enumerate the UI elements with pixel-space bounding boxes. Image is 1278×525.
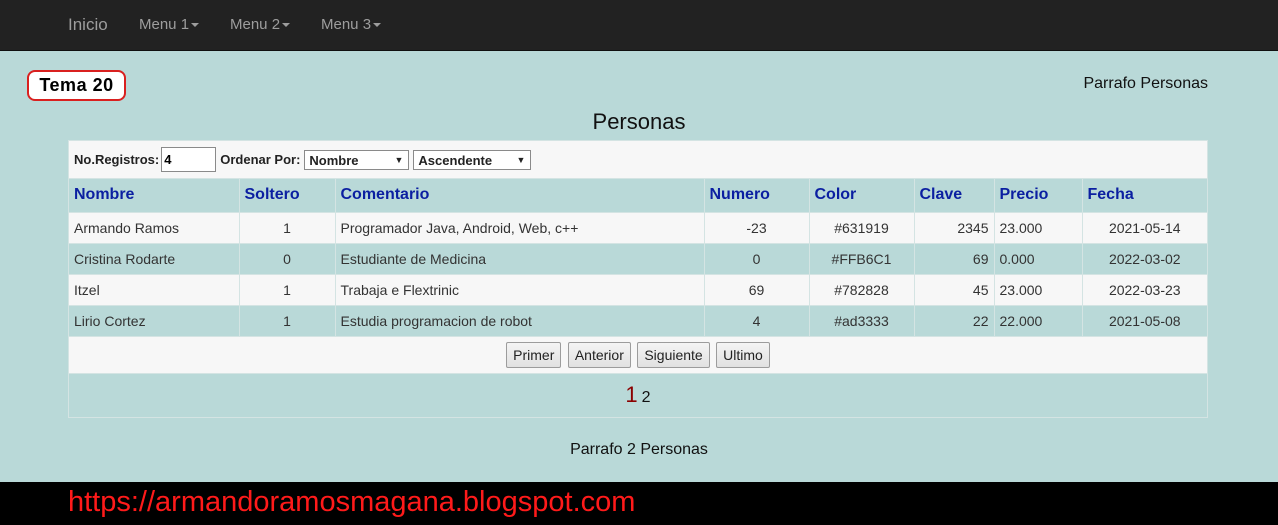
cell-clave: 22 — [914, 304, 995, 336]
page-link-current[interactable]: 1 — [625, 382, 637, 407]
caret-down-icon — [191, 23, 200, 28]
page-title: Personas — [592, 109, 686, 134]
cell-fecha: 2022-03-02 — [1082, 242, 1207, 274]
header-fecha[interactable]: Fecha — [1082, 179, 1207, 212]
parrafo-text: Parrafo Personas — [1083, 75, 1208, 92]
cell-clave: 45 — [914, 273, 995, 305]
ultimo-button[interactable]: Ultimo — [716, 342, 770, 368]
cell-precio: 23.000 — [994, 211, 1083, 243]
table-header-row: Nombre Soltero Comentario Numero Color C… — [69, 179, 1207, 212]
navbar: Inicio Menu 1 Menu 2 Menu 3 — [0, 0, 1278, 51]
cell-comentario: Trabaja e Flextrinic — [335, 273, 705, 305]
cell-fecha: 2021-05-08 — [1082, 304, 1207, 336]
personas-table: Nombre Soltero Comentario Numero Color C… — [69, 179, 1207, 336]
menu-3-label: Menu 3 — [321, 16, 372, 33]
cell-precio: 22.000 — [994, 304, 1083, 336]
select-arrow-icon: ▼ — [394, 154, 404, 165]
table-row[interactable]: Cristina Rodarte 0 Estudiante de Medicin… — [69, 242, 1207, 274]
table-row[interactable]: Lirio Cortez 1 Estudia programacion de r… — [69, 304, 1207, 336]
cell-soltero: 1 — [239, 273, 336, 305]
menu-2-label: Menu 2 — [230, 16, 281, 33]
siguiente-button[interactable]: Siguiente — [637, 342, 710, 368]
caret-down-icon — [282, 23, 291, 28]
menu-2-dropdown[interactable]: Menu 2 — [230, 16, 291, 33]
cell-soltero: 1 — [239, 304, 336, 336]
header-precio[interactable]: Precio — [994, 179, 1083, 212]
cell-numero: 69 — [704, 273, 810, 305]
brand-link[interactable]: Inicio — [68, 15, 108, 35]
page-numbers: 12 — [69, 373, 1207, 417]
cell-color: #782828 — [809, 273, 915, 305]
cell-comentario: Estudiante de Medicina — [335, 242, 705, 274]
cell-nombre: Lirio Cortez — [69, 304, 240, 336]
ordenar-select-value: Nombre — [309, 152, 359, 168]
cell-nombre: Itzel — [69, 273, 240, 305]
cell-numero: 0 — [704, 242, 810, 274]
footer-url: https://armandoramosmagana.blogspot.com — [68, 486, 636, 518]
header-color[interactable]: Color — [809, 179, 915, 212]
page-link-2[interactable]: 2 — [642, 389, 651, 406]
cell-comentario: Estudia programacion de robot — [335, 304, 705, 336]
parrafo-2-text: Parrafo 2 Personas — [570, 441, 708, 458]
orden-select[interactable]: Ascendente ▼ — [413, 149, 532, 170]
cell-clave: 69 — [914, 242, 995, 274]
table-row[interactable]: Itzel 1 Trabaja e Flextrinic 69 #782828 … — [69, 273, 1207, 305]
menu-1-label: Menu 1 — [139, 16, 190, 33]
registros-input[interactable] — [161, 147, 217, 172]
cell-numero: -23 — [704, 211, 810, 243]
cell-color: #631919 — [809, 211, 915, 243]
orden-select-value: Ascendente — [418, 152, 493, 168]
header-clave[interactable]: Clave — [914, 179, 995, 212]
menu-3-dropdown[interactable]: Menu 3 — [321, 16, 382, 33]
cell-nombre: Cristina Rodarte — [69, 242, 240, 274]
ordenar-label: Ordenar Por: — [220, 152, 301, 167]
cell-numero: 4 — [704, 304, 810, 336]
cell-color: #FFB6C1 — [809, 242, 915, 274]
ordenar-select[interactable]: Nombre ▼ — [304, 149, 410, 170]
personas-table-container: No.Registros: Ordenar Por: Nombre ▼ Ascen… — [68, 140, 1208, 418]
cell-fecha: 2022-03-23 — [1082, 273, 1207, 305]
header-soltero[interactable]: Soltero — [239, 179, 336, 212]
cell-clave: 2345 — [914, 211, 995, 243]
menu-1-dropdown[interactable]: Menu 1 — [139, 16, 200, 33]
primer-button[interactable]: Primer — [506, 342, 562, 368]
cell-color: #ad3333 — [809, 304, 915, 336]
anterior-button[interactable]: Anterior — [567, 342, 631, 368]
footer: https://armandoramosmagana.blogspot.com — [0, 482, 1278, 525]
cell-fecha: 2021-05-14 — [1082, 211, 1207, 243]
table-controls: No.Registros: Ordenar Por: Nombre ▼ Ascen… — [69, 141, 1207, 179]
header-numero[interactable]: Numero — [704, 179, 810, 212]
header-nombre[interactable]: Nombre — [69, 179, 240, 212]
pagination-buttons: Primer Anterior Siguiente Ultimo — [69, 336, 1207, 373]
registros-label: No.Registros: — [74, 152, 160, 167]
cell-precio: 0.000 — [994, 242, 1083, 274]
cell-nombre: Armando Ramos — [69, 211, 240, 243]
cell-comentario: Programador Java, Android, Web, c++ — [335, 211, 705, 243]
table-row[interactable]: Armando Ramos 1 Programador Java, Androi… — [69, 211, 1207, 243]
select-arrow-icon: ▼ — [516, 154, 526, 165]
caret-down-icon — [373, 23, 382, 28]
cell-precio: 23.000 — [994, 273, 1083, 305]
cell-soltero: 1 — [239, 211, 336, 243]
header-comentario[interactable]: Comentario — [335, 179, 705, 212]
tema-badge: Tema 20 — [27, 70, 126, 101]
cell-soltero: 0 — [239, 242, 336, 274]
